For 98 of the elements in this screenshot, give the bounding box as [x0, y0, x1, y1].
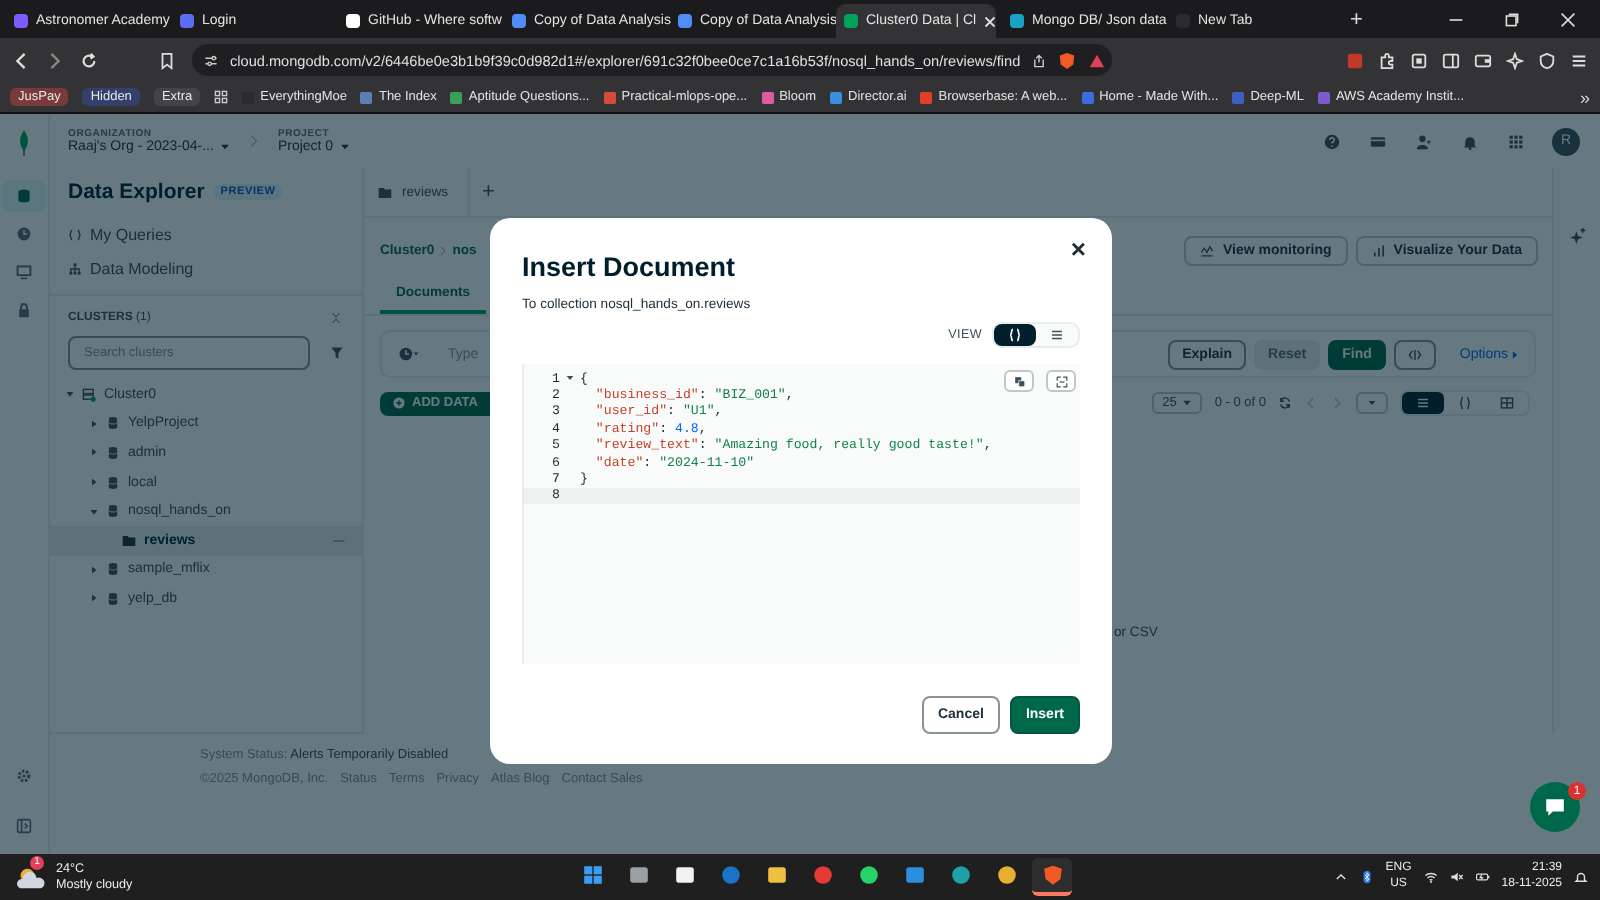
chat-icon — [1544, 796, 1566, 818]
dialog-title: Insert Document — [522, 252, 738, 282]
database-icon — [106, 504, 120, 519]
copy-icon — [1013, 375, 1025, 387]
database-icon — [106, 416, 120, 431]
app-icon — [673, 864, 696, 886]
braces-icon — [1008, 328, 1022, 342]
caret-icon — [339, 143, 350, 150]
refresh-icon[interactable] — [1278, 396, 1292, 410]
braces-icon — [1458, 396, 1472, 410]
forward-icon[interactable] — [46, 51, 64, 69]
expand-icon — [1055, 375, 1067, 387]
caret-icon[interactable] — [1512, 349, 1518, 359]
restore-icon[interactable] — [1504, 11, 1520, 27]
caret-icon — [219, 143, 230, 150]
clock-icon — [16, 226, 32, 242]
app-icon — [627, 864, 650, 886]
triangle-icon[interactable] — [1088, 51, 1107, 69]
database-icon — [16, 188, 32, 204]
windows-logo-icon — [581, 864, 604, 886]
database-icon — [106, 445, 120, 460]
caret-icon[interactable] — [90, 565, 98, 574]
bluetooth-icon[interactable] — [1359, 870, 1374, 884]
close-button[interactable]: × — [1070, 234, 1086, 264]
reload-icon[interactable] — [80, 51, 98, 69]
leaf-logo-icon[interactable] — [16, 130, 32, 156]
more-bookmarks-button[interactable]: » — [1579, 87, 1590, 107]
app-icon — [857, 864, 880, 886]
monitor-icon — [16, 264, 32, 280]
chevron-up-icon[interactable] — [1333, 870, 1348, 884]
history-icon[interactable] — [398, 346, 420, 362]
wifi-icon[interactable] — [1423, 870, 1438, 884]
folder-icon — [122, 533, 136, 548]
copy-button[interactable] — [1004, 370, 1034, 392]
sparkle-icon[interactable] — [1506, 51, 1524, 69]
back-icon[interactable] — [12, 51, 30, 69]
billing-card-icon[interactable] — [1370, 133, 1386, 149]
app-icon — [995, 864, 1018, 886]
share-icon[interactable] — [1032, 53, 1047, 67]
app-icon — [1041, 864, 1064, 886]
chevron-icon — [440, 245, 447, 255]
caret-icon[interactable] — [90, 478, 98, 487]
plus-circle-icon — [392, 396, 406, 410]
app-icon — [765, 864, 788, 886]
lock-icon — [16, 302, 32, 318]
apps-grid-icon[interactable] — [214, 90, 229, 104]
bell-icon[interactable] — [1462, 133, 1478, 149]
menu-icon[interactable] — [1570, 51, 1588, 69]
extension-icon[interactable] — [1410, 51, 1428, 69]
battery-icon[interactable] — [1475, 870, 1490, 884]
shield-icon[interactable] — [1538, 51, 1556, 69]
caret-icon[interactable] — [90, 419, 98, 428]
taskbar-app[interactable] — [1032, 858, 1073, 896]
help-icon[interactable] — [1324, 133, 1340, 149]
caret-icon — [1182, 399, 1193, 406]
code-icon — [1407, 347, 1422, 361]
muted-speaker-icon[interactable] — [1449, 870, 1464, 884]
server-icon — [82, 387, 96, 402]
bookmark-icon[interactable] — [158, 51, 176, 69]
caret-icon[interactable] — [90, 448, 98, 457]
list-icon — [1416, 396, 1430, 410]
app-icon — [949, 864, 972, 886]
chevron-icon — [249, 134, 258, 148]
database-icon — [106, 475, 120, 490]
new-tab-button[interactable]: + — [1350, 7, 1363, 31]
page-title: Data Explorer — [68, 180, 205, 204]
app-icon — [903, 864, 926, 886]
sidebar-icon[interactable] — [1442, 51, 1460, 69]
view-toggle[interactable] — [994, 324, 1036, 346]
nav-rail-item[interactable] — [2, 180, 46, 212]
table-icon — [1500, 396, 1514, 410]
list-icon — [1050, 328, 1064, 342]
app-icon — [811, 864, 834, 886]
folder-icon — [378, 185, 392, 199]
format-button[interactable] — [1046, 370, 1076, 392]
cloud-icon — [16, 865, 48, 889]
code-button[interactable] — [1393, 339, 1436, 369]
site-settings-icon[interactable] — [204, 53, 218, 67]
close-icon[interactable] — [1560, 11, 1576, 27]
settings-icon[interactable] — [16, 768, 32, 784]
database-icon — [106, 562, 120, 577]
puzzle-icon[interactable] — [1378, 51, 1396, 69]
filter-icon[interactable] — [330, 346, 344, 360]
bar-chart-icon — [1371, 243, 1386, 257]
database-icon — [106, 591, 120, 606]
braces-icon — [68, 228, 82, 242]
wallet-icon[interactable] — [1474, 51, 1492, 69]
panel-toggle-icon[interactable] — [16, 818, 32, 834]
person-icon[interactable] — [1416, 133, 1432, 149]
notification-bell-icon[interactable] — [1574, 870, 1589, 884]
diagram-icon — [68, 262, 82, 276]
line-chart-icon — [1200, 243, 1215, 257]
caret-icon[interactable] — [90, 594, 98, 603]
chat-button[interactable] — [1530, 782, 1580, 832]
close-icon[interactable] — [984, 15, 997, 27]
caret-icon — [1368, 400, 1376, 406]
app-icon — [719, 864, 742, 886]
view-toggle[interactable] — [1402, 392, 1444, 414]
